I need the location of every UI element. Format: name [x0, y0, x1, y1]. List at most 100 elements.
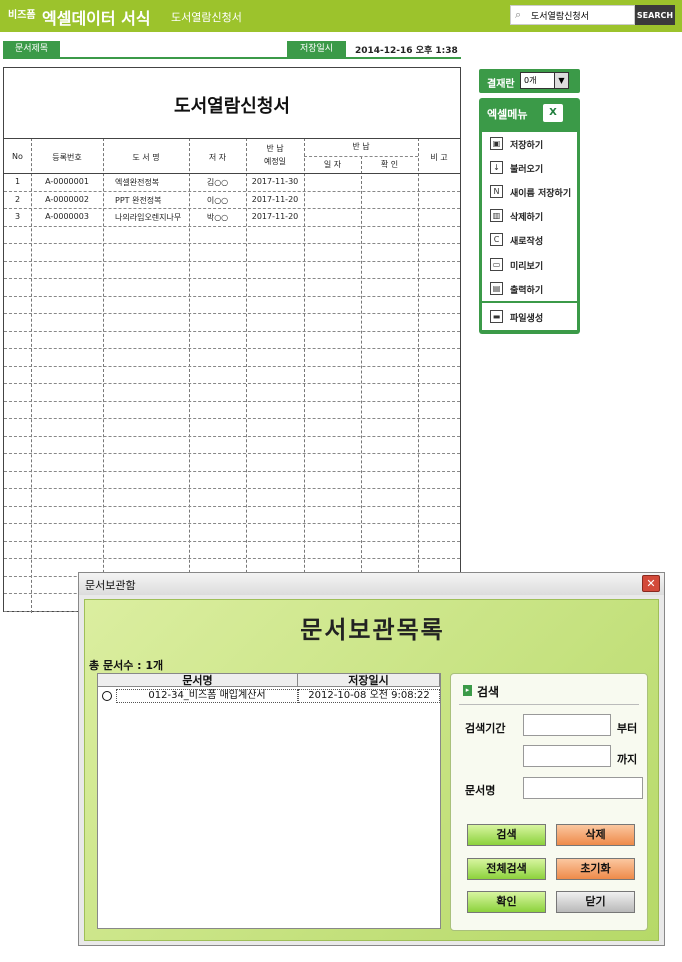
folder-icon: ▬ [490, 310, 503, 323]
app-title: 엑셀데이터 서식 [42, 9, 151, 28]
column-header-return-due-2: 예정일 [263, 157, 287, 166]
search-icon: ⌕ [515, 8, 522, 21]
new-doc-icon: C [490, 233, 503, 246]
grid-hline [4, 138, 460, 139]
grid-hline [4, 523, 460, 524]
column-header-reg-no: 등록번호 [52, 153, 82, 162]
approval-label: 결재란 [487, 79, 515, 90]
date-from-input[interactable] [523, 714, 611, 736]
date-to-input[interactable] [523, 745, 611, 767]
dialog-title: 문서보관함 [85, 579, 136, 592]
excel-icon: X [543, 104, 563, 122]
divider [459, 704, 639, 705]
grid-hline [4, 173, 460, 174]
save-as-icon: N [490, 185, 503, 198]
search-all-button[interactable]: 전체검색 [467, 858, 546, 880]
trash-icon: ▥ [490, 209, 503, 222]
menu-item-label: 출력하기 [510, 286, 544, 296]
column-header-remark: 비 고 [430, 153, 448, 162]
close-icon[interactable]: ✕ [642, 575, 660, 592]
menu-item-create-file[interactable]: ▬ 파일생성 [482, 305, 577, 329]
grid-hline [4, 295, 460, 297]
column-header-date[interactable]: 저장일시 [298, 674, 440, 687]
search-button[interactable]: 검색 [467, 824, 546, 846]
column-header-author: 저 자 [208, 153, 227, 162]
grid-vline [31, 138, 32, 613]
table-cell-book: PPT 완전정복 [115, 195, 162, 205]
grid-hline [4, 225, 460, 227]
reset-button[interactable]: 초기화 [556, 858, 635, 880]
doc-title-tag: 문서제목 [3, 41, 60, 57]
menu-item-print[interactable]: ▤ 출력하기 [482, 277, 577, 301]
column-header-return-due-1: 반 납 [266, 144, 284, 153]
column-header-book-name: 도 서 명 [132, 153, 160, 162]
menu-item-label: 저장하기 [510, 141, 544, 151]
approval-select[interactable]: 0개 ▼ [520, 72, 569, 89]
menu-item-label: 미리보기 [510, 262, 544, 272]
top-bar: 비즈폼 엑셀데이터 서식 도서열람신청서 ⌕ SEARCH [0, 0, 682, 32]
form-title: 도서열람신청서 [174, 96, 290, 117]
search-button[interactable]: SEARCH [635, 5, 675, 25]
table-cell-reg-no: A-0000001 [45, 177, 89, 186]
menu-group-file: ▣ 저장하기 ↓ 불러오기 N 새이름 저장하기 ▥ 삭제하기 C 새로작성 [482, 132, 577, 256]
save-date-value: 2014-12-16 오후 1:38 [355, 46, 458, 56]
grid-hline [304, 156, 418, 157]
grid-vline [246, 138, 247, 613]
divider [3, 57, 461, 59]
grid-hline [4, 488, 460, 489]
table-cell-reg-no: A-0000002 [45, 194, 89, 204]
dialog-body: 문서보관목록 총 문서수 : 1개 문서명 저장일시 012-34_비즈폼 매입… [84, 599, 659, 941]
excel-menu: 엑셀메뉴 X ▣ 저장하기 ↓ 불러오기 N 새이름 저장하기 ▥ 삭제하기 C… [479, 98, 580, 334]
table-cell-book: 엑셀완전정복 [115, 178, 160, 187]
search-input[interactable] [531, 8, 631, 23]
table-cell-no: 1 [14, 177, 21, 186]
grid-hline [4, 348, 460, 349]
table-cell-reg-no: A-0000003 [45, 212, 89, 221]
menu-item-label: 파일생성 [510, 314, 544, 324]
document-list[interactable]: 문서명 저장일시 012-34_비즈폼 매입계산서 2012-10-08 오전 … [97, 673, 441, 929]
menu-item-save-as[interactable]: N 새이름 저장하기 [482, 180, 577, 204]
ok-button[interactable]: 확인 [467, 891, 546, 913]
docname-input[interactable] [523, 777, 643, 799]
grid-hline [4, 190, 460, 192]
column-header-return: 반 납 [352, 142, 370, 151]
search-box: ⌕ [510, 5, 635, 25]
delete-button[interactable]: 삭제 [556, 824, 635, 846]
dialog-heading: 문서보관목록 [300, 616, 445, 644]
grid-vline [418, 138, 419, 613]
column-header-return-date: 일 자 [323, 160, 342, 169]
column-header-name[interactable]: 문서명 [98, 674, 298, 687]
menu-item-delete[interactable]: ▥ 삭제하기 [482, 204, 577, 228]
grid-hline [4, 313, 460, 314]
save-date-tag: 저장일시 [287, 41, 346, 57]
table-cell-no: 2 [14, 194, 21, 204]
menu-item-new[interactable]: C 새로작성 [482, 228, 577, 252]
chevron-down-icon[interactable]: ▼ [554, 73, 568, 88]
bizforms-logo: 비즈폼 [8, 10, 36, 21]
sub-title: 도서열람신청서 [171, 11, 242, 24]
menu-item-preview[interactable]: ▭ 미리보기 [482, 253, 577, 277]
save-icon: ▣ [490, 137, 503, 150]
table-cell-due: 2017-11-20 [251, 212, 299, 221]
close-button[interactable]: 닫기 [556, 891, 635, 913]
grid-hline [4, 435, 460, 437]
list-item-date[interactable]: 2012-10-08 오전 9:08:22 [298, 689, 440, 703]
grid-vline [103, 138, 104, 613]
search-panel: ▸ 검색 검색기간 부터 까지 문서명 검색 삭제 전체검색 초기화 확인 닫기 [450, 673, 648, 931]
row-radio[interactable] [102, 691, 112, 701]
table-cell-due: 2017-11-30 [251, 177, 299, 186]
menu-item-save[interactable]: ▣ 저장하기 [482, 132, 577, 156]
to-label: 까지 [617, 753, 638, 766]
list-item-name[interactable]: 012-34_비즈폼 매입계산서 [116, 689, 298, 703]
grid-hline [4, 208, 460, 209]
grid-hline [4, 260, 460, 262]
table-cell-book: 나의라임오렌지나무 [115, 213, 182, 222]
grid-hline [4, 453, 460, 454]
column-header-return-confirm: 확 인 [380, 160, 399, 169]
menu-item-label: 새로작성 [510, 237, 544, 247]
menu-item-label: 불러오기 [510, 165, 544, 175]
arrow-icon: ▸ [463, 685, 472, 696]
docname-label: 문서명 [465, 784, 496, 797]
grid-hline [4, 418, 460, 419]
menu-item-open[interactable]: ↓ 불러오기 [482, 156, 577, 180]
